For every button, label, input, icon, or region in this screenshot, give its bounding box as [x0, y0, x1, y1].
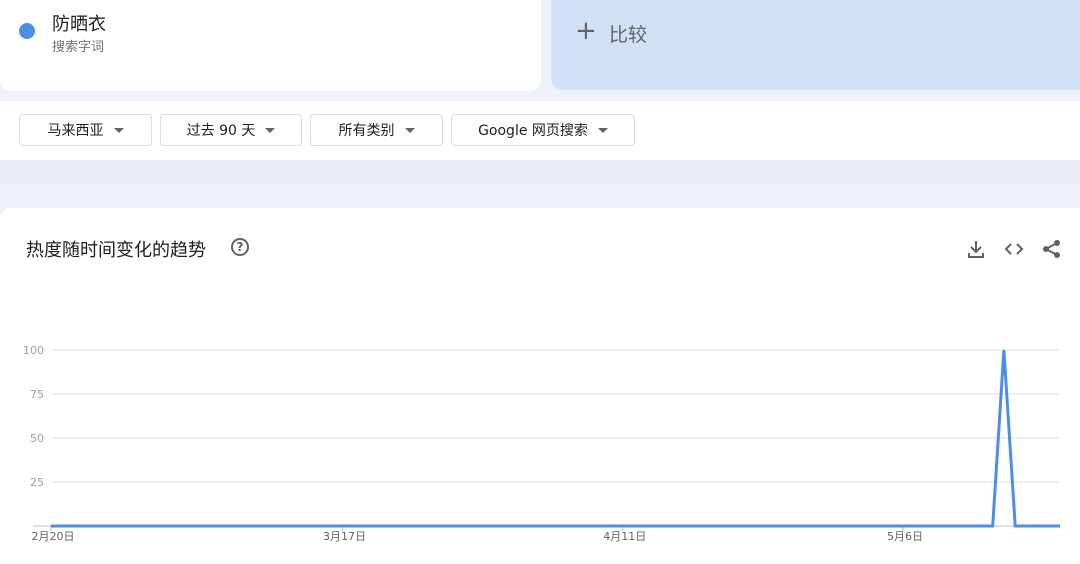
time-range-dropdown-label: 过去 90 天: [186, 123, 256, 139]
trend-line-chart: 25 50 75 100 2月20日 3月17日 4月11日 5月6日: [23, 344, 1060, 543]
y-tick-label: 25: [30, 476, 44, 489]
region-dropdown[interactable]: 马来西亚: [19, 114, 152, 146]
time-range-dropdown[interactable]: 过去 90 天: [160, 114, 302, 146]
section-divider: [0, 160, 1080, 184]
caret-down-icon: [113, 127, 124, 133]
region-dropdown-label: 马来西亚: [47, 123, 104, 139]
search-type-dropdown-label: Google 网页搜索: [478, 123, 588, 139]
y-tick-label: 100: [23, 344, 44, 357]
compare-label: 比较: [609, 24, 648, 46]
filter-bar: 马来西亚 过去 90 天 所有类别 Google 网页搜索: [0, 101, 1080, 160]
term-type: 搜索字词: [52, 40, 105, 55]
y-tick-label: 75: [30, 388, 44, 401]
compare-button[interactable]: + 比较: [551, 0, 1080, 90]
category-dropdown-label: 所有类别: [338, 123, 395, 139]
caret-down-icon: [404, 127, 415, 133]
plus-icon: +: [575, 16, 597, 46]
search-type-dropdown[interactable]: Google 网页搜索: [451, 114, 635, 146]
caret-down-icon: [265, 127, 276, 133]
caret-down-icon: [597, 127, 608, 133]
category-dropdown[interactable]: 所有类别: [310, 114, 443, 146]
x-tick-label: 5月6日: [887, 530, 923, 543]
term-color-dot: [19, 23, 35, 39]
y-tick-label: 50: [30, 432, 44, 445]
x-tick-label: 3月17日: [323, 530, 366, 543]
search-term-card[interactable]: 防晒衣 搜索字词: [0, 0, 541, 91]
x-tick-label: 2月20日: [32, 530, 75, 543]
x-tick-label: 4月11日: [603, 530, 646, 543]
term-name[interactable]: 防晒衣: [52, 10, 106, 36]
